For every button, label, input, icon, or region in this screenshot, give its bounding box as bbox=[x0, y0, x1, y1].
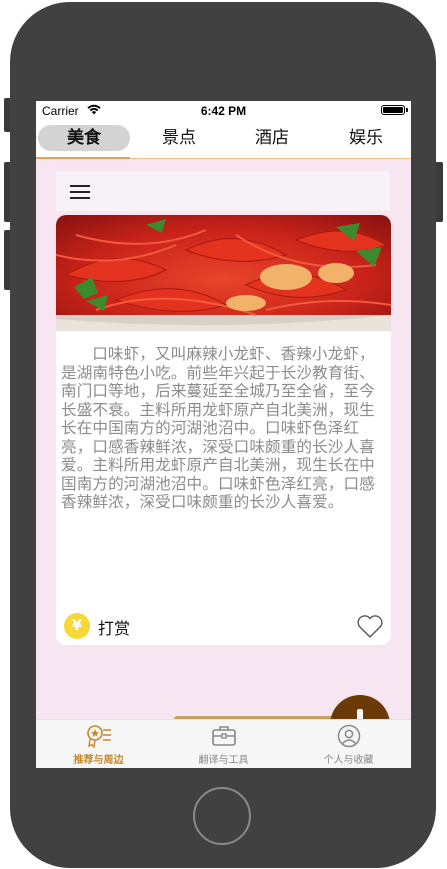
category-tabs: 美食 景点 酒店 娱乐 bbox=[36, 122, 411, 159]
toolbox-icon bbox=[211, 726, 236, 746]
tab-profile-label: 个人与收藏 bbox=[323, 755, 374, 766]
app-screen: Carrier 6:42 PM 美食 景点 酒店 娱乐 口味虾，又叫麻辣小龙虾、… bbox=[36, 101, 411, 768]
home-button[interactable] bbox=[193, 787, 251, 845]
recommend-badge-icon bbox=[86, 725, 111, 748]
person-icon bbox=[337, 724, 360, 748]
yuan-coin-icon: ¥ bbox=[64, 613, 90, 639]
status-bar: Carrier 6:42 PM bbox=[36, 101, 411, 121]
tab-entertainment[interactable]: 娱乐 bbox=[328, 125, 404, 151]
tab-attractions[interactable]: 景点 bbox=[141, 125, 217, 151]
add-fab-button[interactable] bbox=[330, 695, 390, 719]
food-description: 口味虾，又叫麻辣小龙虾、香辣小龙虾，是湖南特色小吃。前些年兴起于长沙教育街、南门… bbox=[61, 345, 375, 511]
tab-recommend[interactable]: 推荐与周边 bbox=[36, 724, 161, 766]
crayfish-dish-photo bbox=[56, 215, 391, 331]
heart-outline-icon[interactable] bbox=[356, 613, 384, 639]
menu-bar bbox=[56, 171, 390, 211]
tab-hotels[interactable]: 酒店 bbox=[234, 125, 310, 151]
food-card[interactable]: 口味虾，又叫麻辣小龙虾、香辣小龙虾，是湖南特色小吃。前些年兴起于长沙教育街、南门… bbox=[56, 215, 391, 645]
reward-label: 打赏 bbox=[98, 619, 131, 638]
bottom-tab-bar: 推荐与周边 翻译与工具 个人与收藏 bbox=[36, 719, 411, 768]
tab-tools[interactable]: 翻译与工具 bbox=[161, 724, 286, 766]
feed-content[interactable]: 口味虾，又叫麻辣小龙虾、香辣小龙虾，是湖南特色小吃。前些年兴起于长沙教育街、南门… bbox=[36, 159, 411, 719]
tab-tools-label: 翻译与工具 bbox=[198, 755, 249, 766]
tab-food[interactable]: 美食 bbox=[38, 125, 130, 151]
clock: 6:42 PM bbox=[200, 104, 247, 118]
tab-profile[interactable]: 个人与收藏 bbox=[286, 724, 411, 766]
hamburger-icon[interactable] bbox=[70, 185, 90, 199]
battery-icon bbox=[381, 105, 408, 115]
tab-recommend-label: 推荐与周边 bbox=[73, 755, 124, 766]
power-button bbox=[435, 162, 443, 222]
